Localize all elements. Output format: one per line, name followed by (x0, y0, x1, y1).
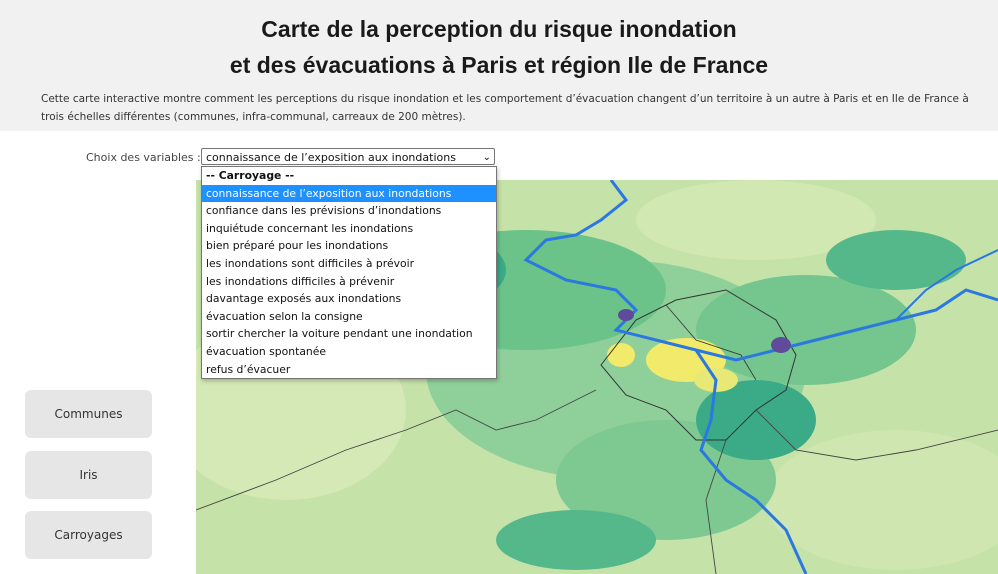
variables-select[interactable]: connaissance de l’exposition aux inondat… (201, 148, 495, 165)
variables-label: Choix des variables : (86, 151, 201, 164)
option-confiance-previsions[interactable]: confiance dans les prévisions d’inondati… (202, 202, 496, 220)
option-bien-prepare[interactable]: bien préparé pour les inondations (202, 237, 496, 255)
option-connaissance-exposition[interactable]: connaissance de l’exposition aux inondat… (202, 184, 496, 203)
page-description: Cette carte interactive montre comment l… (41, 93, 969, 123)
option-evacuation-consigne[interactable]: évacuation selon la consigne (202, 308, 496, 326)
communes-button[interactable]: Communes (25, 390, 152, 438)
iris-button[interactable]: Iris (25, 451, 152, 499)
chevron-down-icon: ⌄ (482, 152, 491, 163)
option-inquietude[interactable]: inquiétude concernant les inondations (202, 220, 496, 238)
header-banner: Carte de la perception du risque inondat… (0, 0, 998, 131)
variables-selected-value: connaissance de l’exposition aux inondat… (206, 151, 456, 164)
option-difficiles-prevoir[interactable]: les inondations sont difficiles à prévoi… (202, 255, 496, 273)
variables-dropdown-list[interactable]: -- Carroyage -- connaissance de l’exposi… (201, 166, 497, 379)
page-title-line2: et des évacuations à Paris et région Ile… (229, 52, 769, 78)
carroyages-button[interactable]: Carroyages (25, 511, 152, 559)
option-davantage-exposes[interactable]: davantage exposés aux inondations (202, 290, 496, 308)
option-refus-evacuer[interactable]: refus d’évacuer (202, 361, 496, 379)
option-difficiles-prevenir[interactable]: les inondations difficiles à prévenir (202, 273, 496, 291)
option-group-carroyage: -- Carroyage -- (206, 169, 295, 182)
option-evacuation-spontanee[interactable]: évacuation spontanée (202, 343, 496, 361)
option-sortir-voiture[interactable]: sortir chercher la voiture pendant une i… (202, 325, 496, 343)
page-title-line1: Carte de la perception du risque inondat… (261, 16, 737, 42)
